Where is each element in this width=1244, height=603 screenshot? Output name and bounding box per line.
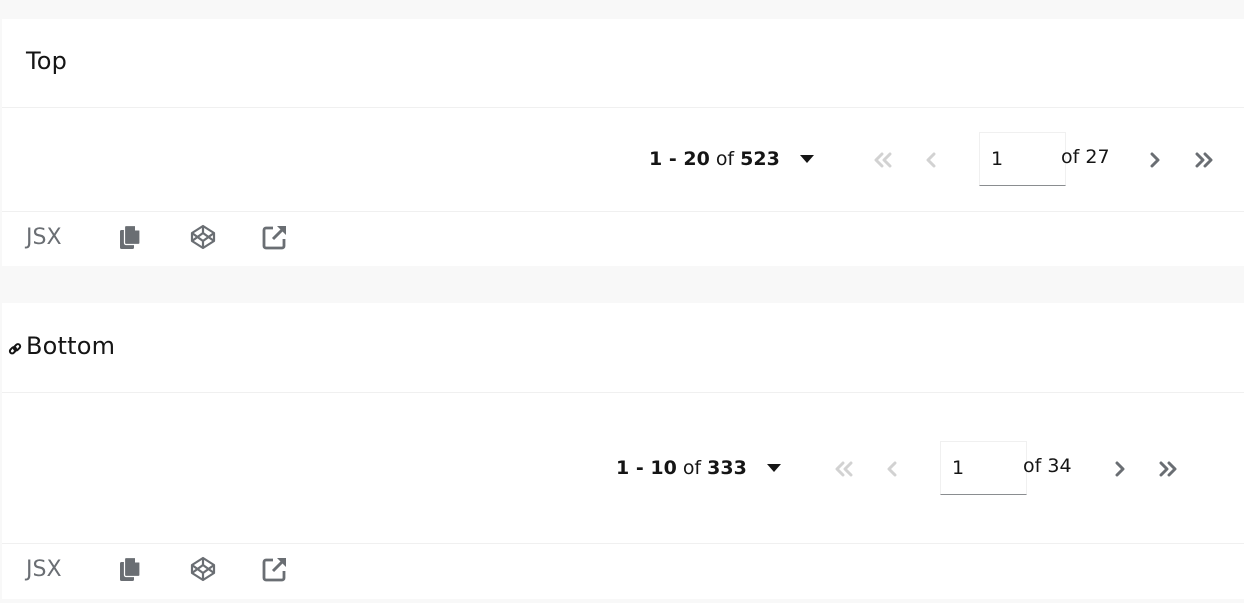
codepen-icon	[190, 556, 216, 586]
angle-left-icon	[924, 152, 938, 168]
example-bottom: Bottom 1 - 10 of 333 of 34	[2, 303, 1244, 599]
example-top: Top 1 - 20 of 523 of 27	[2, 19, 1244, 266]
range-separator: -	[662, 148, 684, 170]
pagination: 1 - 20 of 523 of 27	[649, 132, 1219, 186]
previous-page-button[interactable]	[878, 456, 906, 482]
angle-double-right-icon	[1193, 152, 1215, 168]
last-page-button[interactable]	[1190, 147, 1218, 173]
total-pages: of 34	[1023, 455, 1072, 477]
angle-double-left-icon	[872, 152, 894, 168]
angle-left-icon	[885, 461, 899, 477]
code-toolbar: JSX	[2, 212, 322, 266]
first-page-button[interactable]	[830, 456, 858, 482]
divider	[2, 392, 1244, 393]
first-page-button[interactable]	[869, 147, 897, 173]
of-label: of	[715, 148, 735, 170]
total-items: 523	[740, 148, 780, 170]
copy-icon	[120, 556, 142, 586]
caret-down-icon	[799, 155, 814, 163]
current-page-input[interactable]	[979, 132, 1066, 186]
example-title: Bottom	[26, 332, 116, 360]
total-items: 333	[707, 457, 747, 479]
next-page-button[interactable]	[1106, 456, 1134, 482]
range-separator: -	[629, 457, 651, 479]
codepen-button[interactable]	[188, 224, 218, 254]
code-toolbar: JSX	[2, 544, 322, 598]
open-new-window-button[interactable]	[260, 556, 290, 586]
range-start: 1	[616, 457, 630, 479]
jsx-toggle[interactable]: JSX	[26, 225, 62, 250]
angle-right-icon	[1113, 461, 1127, 477]
pagination: 1 - 10 of 333 of 34	[616, 441, 1186, 495]
external-link-icon	[262, 224, 288, 254]
link-icon	[8, 341, 22, 360]
open-new-window-button[interactable]	[260, 224, 290, 254]
per-page-toggle[interactable]: 1 - 10 of 333	[616, 453, 781, 483]
range-end: 20	[683, 148, 710, 170]
copy-button[interactable]	[116, 224, 146, 254]
codepen-icon	[190, 224, 216, 254]
last-page-button[interactable]	[1154, 456, 1182, 482]
external-link-icon	[262, 556, 288, 586]
divider	[2, 107, 1244, 108]
total-pages: of 27	[1061, 146, 1110, 168]
of-label: of	[682, 457, 702, 479]
copy-button[interactable]	[116, 556, 146, 586]
per-page-toggle[interactable]: 1 - 20 of 523	[649, 144, 814, 174]
next-page-button[interactable]	[1141, 147, 1169, 173]
range-end: 10	[650, 457, 677, 479]
caret-down-icon	[766, 464, 781, 472]
range-start: 1	[649, 148, 663, 170]
angle-double-right-icon	[1157, 461, 1179, 477]
example-title: Top	[26, 47, 68, 75]
angle-double-left-icon	[833, 461, 855, 477]
current-page-input[interactable]	[940, 441, 1027, 495]
jsx-toggle[interactable]: JSX	[26, 557, 62, 582]
copy-icon	[120, 224, 142, 254]
codepen-button[interactable]	[188, 556, 218, 586]
angle-right-icon	[1148, 152, 1162, 168]
anchor-link[interactable]	[8, 341, 22, 355]
previous-page-button[interactable]	[917, 147, 945, 173]
